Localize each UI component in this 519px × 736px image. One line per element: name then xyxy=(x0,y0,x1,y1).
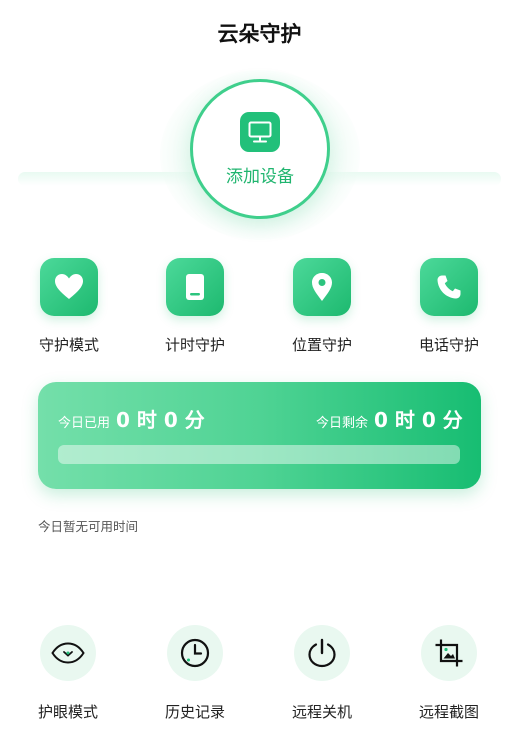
feature-label: 位置守护 xyxy=(291,336,352,354)
tool-remote-screenshot[interactable]: 远程截图 xyxy=(399,625,499,722)
phone-timer-icon xyxy=(166,258,224,316)
tool-remote-shutdown[interactable]: 远程关机 xyxy=(272,625,372,722)
eye-icon xyxy=(40,625,96,681)
feature-timer-guard[interactable]: 计时守护 xyxy=(145,258,245,355)
page-title: 云朵守护 xyxy=(217,22,302,46)
tool-label: 护眼模式 xyxy=(37,703,98,721)
monitor-icon xyxy=(240,111,280,152)
phone-call-icon xyxy=(420,258,478,316)
tool-label: 历史记录 xyxy=(164,703,225,721)
feature-location-guard[interactable]: 位置守护 xyxy=(272,258,372,355)
usage-progress-track xyxy=(58,445,460,464)
add-device-label: 添加设备 xyxy=(226,166,294,187)
feature-label: 电话守护 xyxy=(418,336,479,354)
usage-card: 今日已用 0 时 0 分 今日剩余 0 时 0 分 xyxy=(38,382,481,489)
add-device-button[interactable]: 添加设备 xyxy=(190,79,330,219)
feature-row: 守护模式 计时守护 位置守护 电话守护 xyxy=(0,258,519,358)
location-pin-icon xyxy=(293,258,351,316)
power-icon xyxy=(294,625,350,681)
no-time-notice: 今日暂无可用时间 xyxy=(38,519,139,534)
crop-image-icon xyxy=(421,625,477,681)
tool-label: 远程关机 xyxy=(291,703,352,721)
tool-history[interactable]: 历史记录 xyxy=(145,625,245,722)
tool-label: 远程截图 xyxy=(418,703,479,721)
used-label: 今日已用 xyxy=(58,416,111,431)
used-value: 0 时 0 分 xyxy=(116,408,205,432)
remaining-value: 0 时 0 分 xyxy=(374,408,463,432)
feature-phone-guard[interactable]: 电话守护 xyxy=(399,258,499,355)
feature-label: 计时守护 xyxy=(164,336,225,354)
feature-guard-mode[interactable]: 守护模式 xyxy=(19,258,119,355)
feature-label: 守护模式 xyxy=(38,336,99,354)
remaining-label: 今日剩余 xyxy=(316,416,369,431)
heart-icon xyxy=(40,258,98,316)
tool-eye-protection[interactable]: 护眼模式 xyxy=(18,625,118,722)
clock-icon xyxy=(167,625,223,681)
tool-row: 护眼模式 历史记录 远程关机 远程截图 xyxy=(0,625,519,725)
